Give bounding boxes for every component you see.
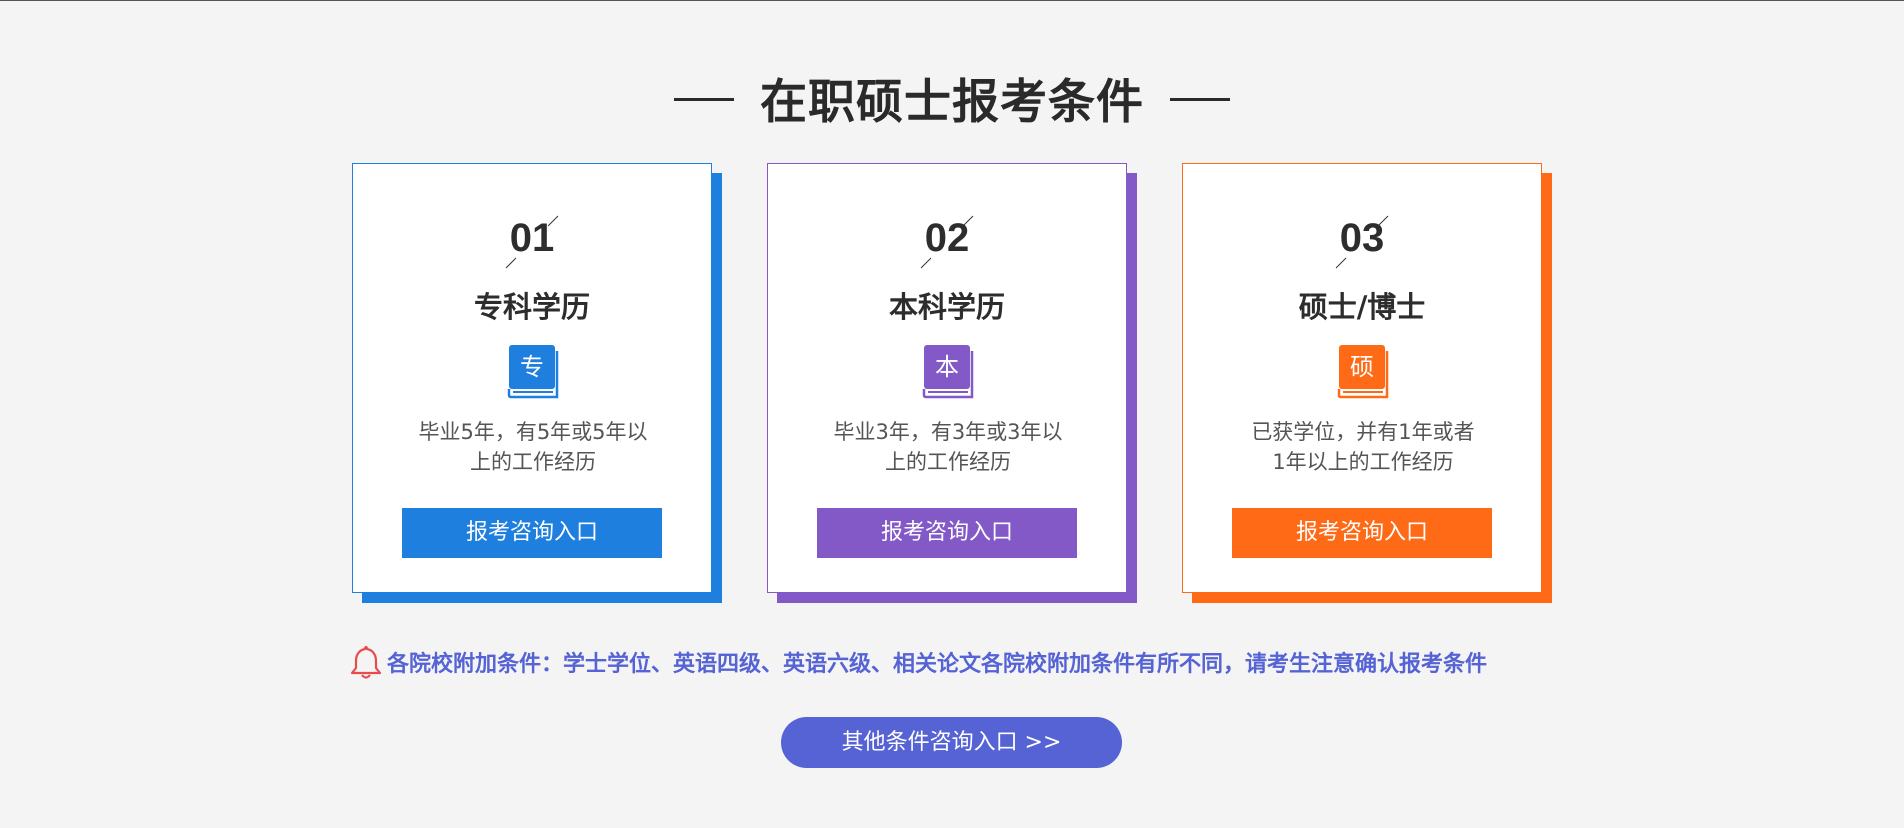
book-icon-char: 本 — [935, 353, 959, 381]
other-conditions-button[interactable]: 其他条件咨询入口 >> — [781, 717, 1122, 768]
desc-line: 毕业5年，有5年或5年以 — [418, 420, 648, 444]
card-description: 已获学位，并有1年或者 1年以上的工作经历 — [1223, 417, 1503, 477]
book-icon-char: 专 — [520, 353, 544, 381]
card-body: 02 本科学历 本 毕业3年，有3年或3年以 上的工作经历 报考咨询入口 — [767, 163, 1127, 593]
card-description: 毕业5年，有5年或5年以 上的工作经历 — [393, 417, 673, 477]
card-number: 03 — [1339, 216, 1385, 260]
condition-card-associate: 01 专科学历 专 毕业5年，有5年或5年以 上的工作经历 报考咨询入口 — [352, 163, 722, 603]
desc-line: 1年以上的工作经历 — [1272, 450, 1454, 474]
condition-card-master-doctor: 03 硕士/博士 硕 已获学位，并有1年或者 1年以上的工作经历 报考咨询入口 — [1182, 163, 1552, 603]
section-title: 在职硕士报考条件 — [760, 75, 1144, 130]
consult-button[interactable]: 报考咨询入口 — [1232, 508, 1492, 558]
card-number: 01 — [509, 216, 555, 260]
card-title: 硕士/博士 — [1298, 290, 1426, 324]
consult-button[interactable]: 报考咨询入口 — [402, 508, 662, 558]
book-icon: 本 — [922, 345, 974, 399]
consult-button[interactable]: 报考咨询入口 — [817, 508, 1077, 558]
card-title: 专科学历 — [473, 290, 590, 324]
card-number: 02 — [924, 216, 970, 260]
bell-icon — [350, 645, 382, 679]
condition-card-bachelor: 02 本科学历 本 毕业3年，有3年或3年以 上的工作经历 报考咨询入口 — [767, 163, 1137, 603]
notice-text: 各院校附加条件：学士学位、英语四级、英语六级、相关论文各院校附加条件有所不同，请… — [387, 652, 1488, 677]
section-heading: 在职硕士报考条件 — [0, 63, 1904, 132]
book-icon: 硕 — [1337, 345, 1389, 399]
card-description: 毕业3年，有3年或3年以 上的工作经历 — [808, 417, 1088, 477]
card-body: 03 硕士/博士 硕 已获学位，并有1年或者 1年以上的工作经历 报考咨询入口 — [1182, 163, 1542, 593]
heading-left-rule — [674, 98, 734, 101]
desc-line: 上的工作经历 — [470, 450, 596, 474]
heading-right-rule — [1170, 98, 1230, 101]
card-body: 01 专科学历 专 毕业5年，有5年或5年以 上的工作经历 报考咨询入口 — [352, 163, 712, 593]
desc-line: 已获学位，并有1年或者 — [1251, 420, 1475, 444]
additional-conditions-notice: 各院校附加条件：学士学位、英语四级、英语六级、相关论文各院校附加条件有所不同，请… — [349, 644, 1487, 680]
desc-line: 毕业3年，有3年或3年以 — [833, 420, 1063, 444]
book-icon: 专 — [507, 345, 559, 399]
book-icon-char: 硕 — [1350, 353, 1374, 381]
card-title: 本科学历 — [888, 290, 1005, 324]
desc-line: 上的工作经历 — [885, 450, 1011, 474]
